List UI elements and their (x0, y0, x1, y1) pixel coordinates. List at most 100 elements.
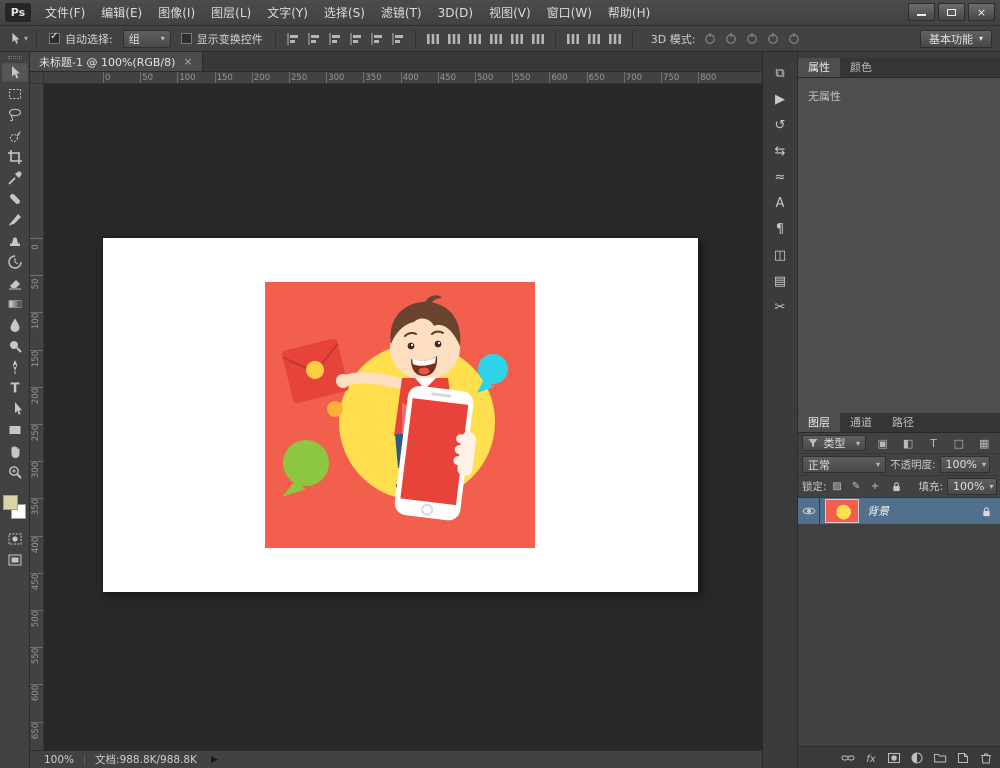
brush-tool-icon[interactable] (1, 209, 29, 230)
auto-select-scope-dropdown[interactable]: 组 ▾ (123, 30, 171, 48)
distribute-spacing-icon[interactable] (606, 31, 624, 47)
crop-tool-icon[interactable] (1, 146, 29, 167)
opacity-dropdown[interactable]: 100% ▾ (940, 456, 990, 473)
menu-item[interactable]: 3D(D) (430, 0, 481, 26)
shape-tool-icon[interactable] (1, 419, 29, 440)
distribute-spacing-icon[interactable] (585, 31, 603, 47)
panel-grip[interactable] (8, 56, 22, 59)
tab-color[interactable]: 颜色 (840, 58, 882, 77)
3d-mode-icon[interactable] (764, 31, 782, 47)
marquee-tool-icon[interactable] (1, 83, 29, 104)
distribute-icon[interactable] (487, 31, 505, 47)
layer-mask-icon[interactable] (886, 750, 901, 765)
adjustments-icon[interactable]: ⇆ (763, 138, 797, 164)
new-layer-icon[interactable] (955, 750, 970, 765)
menu-item[interactable]: 图层(L) (203, 0, 259, 26)
auto-select-checkbox[interactable]: 自动选择: (49, 31, 113, 47)
delete-layer-icon[interactable] (978, 750, 993, 765)
lock-position-icon[interactable]: + (869, 481, 882, 492)
layer-name[interactable]: 背景 (867, 503, 889, 519)
healing-brush-tool-icon[interactable] (1, 188, 29, 209)
menu-item[interactable]: 编辑(E) (93, 0, 150, 26)
actions-icon[interactable]: ▶ (763, 86, 797, 112)
path-selection-tool-icon[interactable] (1, 398, 29, 419)
filter-shape-layers-icon[interactable]: □ (951, 437, 967, 450)
info-icon[interactable]: ▤ (763, 268, 797, 294)
filter-type-layers-icon[interactable]: T (925, 437, 941, 450)
move-tool-icon[interactable] (1, 62, 29, 83)
menu-item[interactable]: 文件(F) (37, 0, 93, 26)
tab-channels[interactable]: 通道 (840, 413, 882, 432)
distribute-spacing-icon[interactable] (564, 31, 582, 47)
align-icon[interactable] (389, 31, 407, 47)
menu-item[interactable]: 图像(I) (150, 0, 203, 26)
3d-mode-icon[interactable] (785, 31, 803, 47)
workspace-switcher-button[interactable]: 基本功能 ▾ (920, 30, 992, 48)
lock-all-icon[interactable] (890, 481, 903, 492)
gradient-tool-icon[interactable] (1, 293, 29, 314)
mini-bridge-icon[interactable]: ⧉ (763, 60, 797, 86)
menu-item[interactable]: 窗口(W) (539, 0, 600, 26)
screen-mode-icon[interactable] (1, 549, 29, 570)
link-layers-icon[interactable] (840, 750, 855, 765)
layer-group-icon[interactable] (932, 750, 947, 765)
dodge-tool-icon[interactable] (1, 335, 29, 356)
show-transform-checkbox[interactable]: 显示变换控件 (181, 31, 263, 47)
align-icon[interactable] (284, 31, 302, 47)
3d-mode-icon[interactable] (743, 31, 761, 47)
filter-smart-objects-icon[interactable]: ▦ (976, 437, 992, 450)
lasso-tool-icon[interactable] (1, 104, 29, 125)
eyedropper-tool-icon[interactable] (1, 167, 29, 188)
menu-item[interactable]: 帮助(H) (600, 0, 658, 26)
clone-source-icon[interactable]: ◫ (763, 242, 797, 268)
filter-adjustment-layers-icon[interactable]: ◧ (900, 437, 916, 450)
maximize-button[interactable] (938, 3, 965, 21)
align-icon[interactable] (326, 31, 344, 47)
menu-item[interactable]: 选择(S) (316, 0, 373, 26)
color-swatches[interactable] (0, 494, 30, 528)
align-icon[interactable] (347, 31, 365, 47)
document-tab[interactable]: 未标题-1 @ 100%(RGB/8) × (30, 52, 203, 71)
eraser-tool-icon[interactable] (1, 272, 29, 293)
tab-properties[interactable]: 属性 (798, 58, 840, 77)
tab-close-icon[interactable]: × (183, 55, 192, 68)
quick-mask-icon[interactable] (1, 528, 29, 549)
menu-item[interactable]: 文字(Y) (259, 0, 316, 26)
zoom-level-field[interactable]: 100% (44, 754, 74, 766)
layer-row-background[interactable]: 背景 (798, 498, 1000, 524)
blend-mode-dropdown[interactable]: 正常 ▾ (802, 456, 886, 473)
distribute-icon[interactable] (529, 31, 547, 47)
type-tool-icon[interactable]: T (1, 377, 29, 398)
character-icon[interactable]: A (763, 190, 797, 216)
blur-tool-icon[interactable] (1, 314, 29, 335)
paragraph-icon[interactable]: ¶ (763, 216, 797, 242)
3d-mode-icon[interactable] (722, 31, 740, 47)
clone-stamp-tool-icon[interactable] (1, 230, 29, 251)
layer-thumbnail[interactable] (825, 499, 859, 523)
lock-transparency-icon[interactable]: ▨ (831, 481, 844, 492)
fill-dropdown[interactable]: 100% ▾ (947, 478, 997, 495)
distribute-icon[interactable] (508, 31, 526, 47)
zoom-tool-icon[interactable] (1, 461, 29, 482)
canvas-viewport[interactable] (44, 84, 762, 750)
minimize-button[interactable] (908, 3, 935, 21)
close-button[interactable]: × (968, 3, 995, 21)
lock-pixels-icon[interactable]: ✎ (850, 481, 863, 492)
document-canvas[interactable] (103, 238, 698, 592)
3d-mode-icon[interactable] (701, 31, 719, 47)
visibility-eye-icon[interactable] (798, 498, 820, 524)
align-icon[interactable] (305, 31, 323, 47)
layer-filter-dropdown[interactable]: 类型 ▾ (802, 435, 866, 451)
quick-selection-tool-icon[interactable] (1, 125, 29, 146)
hand-tool-icon[interactable] (1, 440, 29, 461)
history-icon[interactable]: ↺ (763, 112, 797, 138)
menu-item[interactable]: 视图(V) (481, 0, 539, 26)
distribute-icon[interactable] (445, 31, 463, 47)
align-icon[interactable] (368, 31, 386, 47)
styles-icon[interactable]: ≈ (763, 164, 797, 190)
filter-pixel-layers-icon[interactable]: ▣ (875, 437, 891, 450)
distribute-icon[interactable] (424, 31, 442, 47)
distribute-icon[interactable] (466, 31, 484, 47)
document-size-info[interactable]: 文档:988.8K/988.8K (95, 752, 197, 767)
foreground-color-swatch[interactable] (3, 495, 18, 510)
